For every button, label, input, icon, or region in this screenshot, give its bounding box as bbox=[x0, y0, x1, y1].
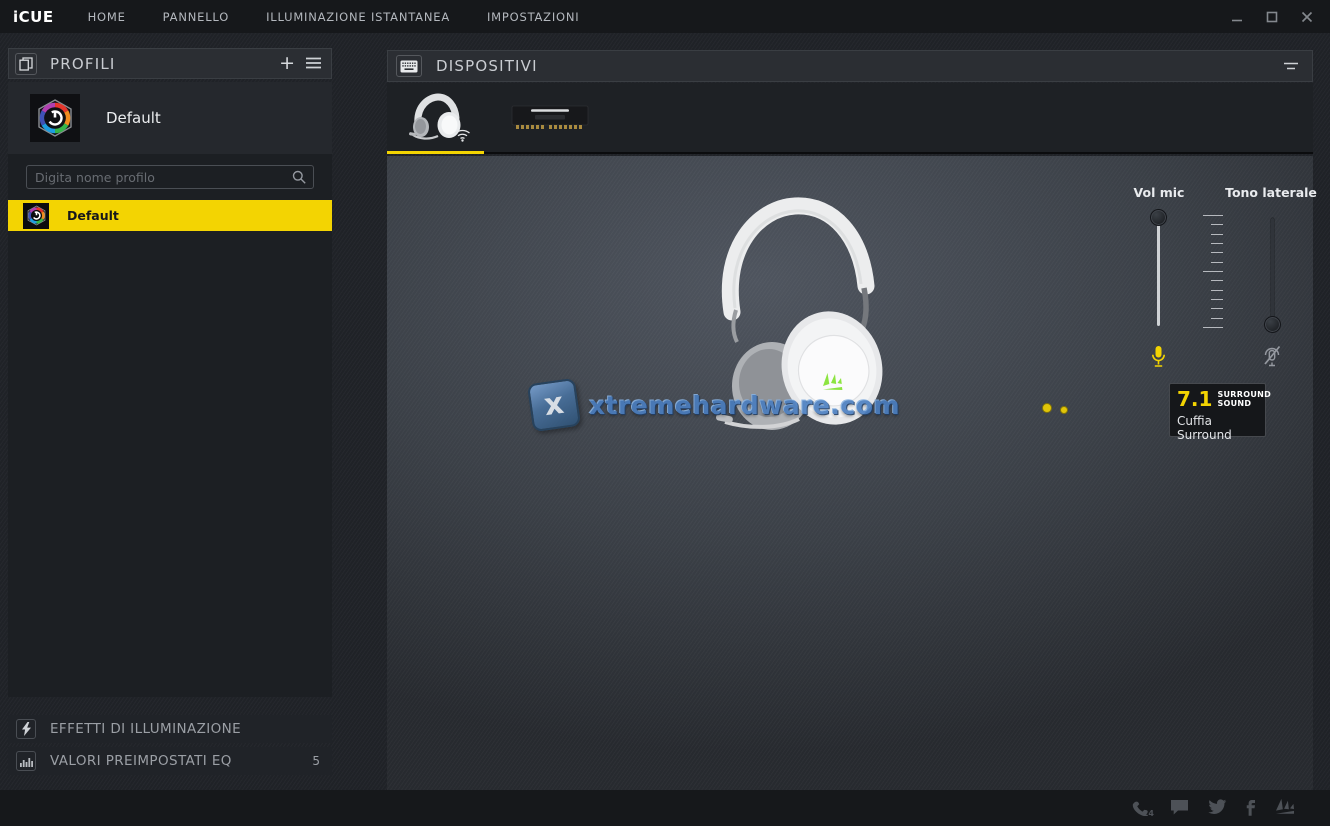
maximize-icon[interactable] bbox=[1265, 10, 1279, 24]
profiles-menu-icon[interactable] bbox=[306, 54, 321, 73]
sidetone-slider-knob[interactable] bbox=[1264, 316, 1281, 333]
chat-icon[interactable] bbox=[1170, 799, 1189, 815]
close-icon[interactable] bbox=[1300, 10, 1314, 24]
watermark-text: xtremehardware.com bbox=[589, 391, 900, 420]
devices-panel-title: DISPOSITIVI bbox=[436, 57, 538, 75]
mic-volume-slider-knob[interactable] bbox=[1150, 209, 1167, 226]
profiles-stack-icon bbox=[15, 53, 37, 75]
window-controls bbox=[1230, 10, 1314, 24]
surround-sound-badge: 7.1 SURROUND SOUND Cuffia Surround bbox=[1169, 383, 1266, 437]
profile-row-default-selected[interactable]: Default bbox=[8, 200, 332, 231]
profile-search[interactable] bbox=[26, 165, 314, 189]
equalizer-icon bbox=[16, 751, 36, 771]
corsair-sails-icon[interactable] bbox=[1274, 798, 1296, 816]
selected-tab-indicator bbox=[387, 151, 484, 154]
device-detail-panel: x xtremehardware.com Vol mic Tono latera… bbox=[387, 156, 1313, 790]
profiles-panel-header: PROFILI + bbox=[8, 48, 332, 79]
keyboard-icon bbox=[396, 55, 422, 77]
minimize-icon[interactable] bbox=[1230, 10, 1244, 24]
icue-mini-logo bbox=[23, 203, 49, 229]
active-profile-card[interactable]: Default bbox=[8, 82, 332, 154]
surround-value: 7.1 bbox=[1177, 389, 1212, 409]
lightning-icon bbox=[16, 719, 36, 739]
mic-active-yellow-icon[interactable] bbox=[1150, 345, 1167, 372]
nav-illuminazione-istantanea[interactable]: ILLUMINAZIONE ISTANTANEA bbox=[266, 10, 450, 24]
sidetone-muted-icon[interactable] bbox=[1262, 344, 1282, 371]
facebook-icon[interactable] bbox=[1246, 799, 1255, 816]
device-name: Cuffia Surround bbox=[1177, 414, 1265, 442]
watermark-dot bbox=[1060, 406, 1068, 414]
device-tab-ram[interactable] bbox=[497, 83, 602, 152]
sidetone-label: Tono laterale bbox=[1216, 185, 1326, 200]
watermark: x xtremehardware.com bbox=[530, 381, 900, 429]
eq-presets-label: VALORI PREIMPOSTATI EQ bbox=[50, 753, 232, 769]
watermark-x-logo: x bbox=[527, 378, 581, 432]
top-navigation: HOME PANNELLO ILLUMINAZIONE ISTANTANEA I… bbox=[88, 10, 580, 24]
nav-pannello[interactable]: PANNELLO bbox=[163, 10, 229, 24]
mic-volume-label: Vol mic bbox=[1104, 185, 1214, 200]
titlebar: iCUE HOME PANNELLO ILLUMINAZIONE ISTANTA… bbox=[0, 0, 1330, 33]
mic-volume-slider-track[interactable] bbox=[1157, 218, 1160, 326]
add-profile-button[interactable]: + bbox=[279, 54, 295, 73]
search-icon[interactable] bbox=[292, 170, 306, 184]
sidetone-scale bbox=[1203, 215, 1223, 328]
social-links: 24 bbox=[1131, 798, 1296, 816]
support-phone-icon[interactable]: 24 bbox=[1131, 798, 1151, 816]
device-sort-icon[interactable] bbox=[1283, 61, 1299, 71]
nav-impostazioni[interactable]: IMPOSTAZIONI bbox=[487, 10, 580, 24]
eq-presets-count: 5 bbox=[312, 754, 320, 768]
profile-list: Default bbox=[8, 154, 332, 697]
nav-home[interactable]: HOME bbox=[88, 10, 126, 24]
app-logo: iCUE bbox=[13, 8, 54, 26]
lighting-effects-button[interactable]: EFFETTI DI ILLUMINAZIONE bbox=[8, 715, 332, 743]
twitter-icon[interactable] bbox=[1208, 799, 1227, 815]
active-profile-name: Default bbox=[106, 109, 161, 127]
device-tabs bbox=[387, 83, 1313, 154]
lighting-effects-label: EFFETTI DI ILLUMINAZIONE bbox=[50, 721, 241, 737]
ram-thumbnail bbox=[511, 104, 589, 132]
sidetone-slider-track[interactable] bbox=[1271, 218, 1274, 325]
profile-row-name: Default bbox=[67, 208, 119, 223]
watermark-dot bbox=[1042, 403, 1052, 413]
bottombar: 24 bbox=[0, 790, 1330, 826]
device-tab-headset[interactable] bbox=[387, 83, 484, 152]
profile-search-input[interactable] bbox=[27, 170, 292, 185]
eq-presets-button[interactable]: VALORI PREIMPOSTATI EQ 5 bbox=[8, 747, 332, 775]
profiles-panel-title: PROFILI bbox=[50, 55, 116, 73]
icue-profile-logo bbox=[30, 94, 80, 142]
wifi-icon bbox=[454, 127, 471, 146]
devices-panel-header: DISPOSITIVI bbox=[387, 50, 1313, 82]
